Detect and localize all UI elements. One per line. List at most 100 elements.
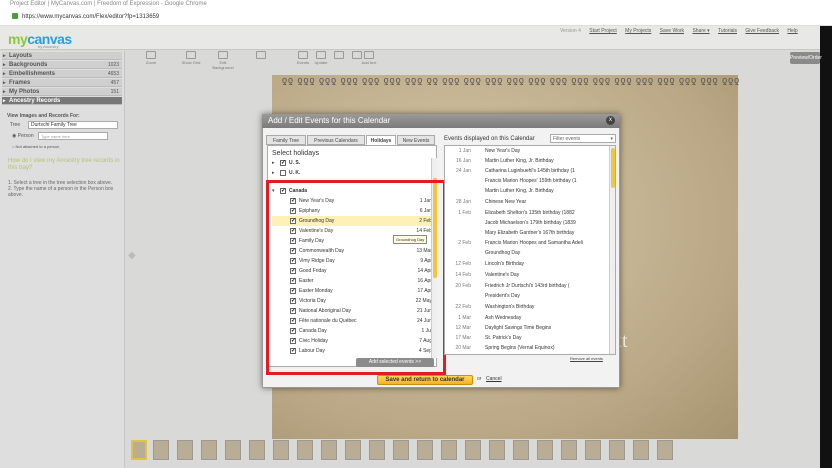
event-row[interactable]: Martin Luther King, Jr. Birthday	[447, 187, 609, 196]
page-thumbnail[interactable]	[513, 440, 529, 460]
event-row[interactable]: Francis Marion Hoopes' 159th birthday (1	[447, 177, 609, 186]
tree-label: Tree	[10, 122, 21, 128]
dialog-title: Add / Edit Events for this Calendar	[262, 114, 620, 128]
section-backgrounds[interactable]: Backgrounds1023	[2, 61, 122, 69]
section-frames[interactable]: Frames457	[2, 79, 122, 87]
page-thumbnail[interactable]	[609, 440, 625, 460]
save-and-return-button[interactable]: Save and return to calendar	[377, 375, 473, 385]
event-row[interactable]: 12 Mar Daylight Savings Time Begins	[447, 324, 609, 333]
event-row[interactable]: Jacob Michaelson's 179th birthday (1839	[447, 219, 609, 228]
event-row[interactable]: Groundhog Day	[447, 249, 609, 258]
page-thumbnail[interactable]	[369, 440, 385, 460]
save-work-link[interactable]: Save Work	[660, 28, 684, 34]
select-holidays-label: Select holidays	[272, 150, 320, 157]
page-thumbnail[interactable]	[441, 440, 457, 460]
page-thumbnail[interactable]	[489, 440, 505, 460]
event-row[interactable]: 22 Feb Washington's Birthday	[447, 303, 609, 312]
address-bar[interactable]: https://www.mycanvas.com/Flex/editor?fp=…	[0, 8, 832, 26]
scroll-thumb[interactable]	[611, 148, 615, 188]
text-icon	[364, 51, 374, 59]
tutorials-link[interactable]: Tutorials	[718, 28, 737, 34]
or-text: or	[477, 376, 482, 382]
page-thumbnail[interactable]	[297, 440, 313, 460]
page-thumbnails	[125, 438, 685, 468]
person-radio[interactable]: ◉ Person	[12, 133, 34, 139]
event-row[interactable]: President's Day	[447, 292, 609, 301]
country-row-uk[interactable]: ▸ U. K.	[272, 168, 432, 178]
edit-background-tool[interactable]: Edit Background	[210, 51, 236, 70]
start-project-link[interactable]: Start Project	[589, 28, 617, 34]
close-icon[interactable]: x	[606, 116, 615, 125]
events-list: 1 Jan New Year's Day 16 Jan Martin Luther …	[447, 147, 609, 353]
page-thumbnail[interactable]	[417, 440, 433, 460]
my-projects-link[interactable]: My Projects	[625, 28, 651, 34]
event-row[interactable]: 12 Feb Lincoln's Birthday	[447, 260, 609, 269]
event-row[interactable]: 1 Jan New Year's Day	[447, 147, 609, 156]
page-thumbnail[interactable]	[393, 440, 409, 460]
event-row[interactable]: 2 Feb Francis Marion Hoopes and Samantha …	[447, 239, 609, 248]
tool-3[interactable]	[248, 51, 274, 60]
event-row[interactable]: 17 Mar St. Patrick's Day	[447, 334, 609, 343]
person-input[interactable]: Type name here	[38, 132, 108, 140]
section-embellishments[interactable]: Embellishments4653	[2, 70, 122, 78]
event-row[interactable]: 20 Mar Spring Begins (Vernal Equinox)	[447, 344, 609, 353]
page-thumbnail[interactable]	[561, 440, 577, 460]
page-thumbnail[interactable]	[131, 440, 147, 460]
section-my-photos[interactable]: My Photos151	[2, 88, 122, 96]
logo-my: my	[8, 31, 28, 47]
event-row[interactable]: 28 Jan Chinese New Year	[447, 198, 609, 207]
calendar-icon	[298, 51, 308, 59]
country-row-us[interactable]: ▸ ✓ U. S.	[272, 158, 432, 168]
tab-new-events[interactable]: New Events	[397, 135, 435, 145]
checkbox[interactable]	[280, 170, 286, 176]
event-row[interactable]: 16 Jan Martin Luther King, Jr. Birthday	[447, 157, 609, 166]
page-thumbnail[interactable]	[465, 440, 481, 460]
tool-icon	[334, 51, 344, 59]
event-row[interactable]: 1 Mar Ash Wednesday	[447, 314, 609, 323]
not-attached-radio[interactable]: ○ Not attached to a person	[12, 144, 59, 149]
url-text[interactable]: https://www.mycanvas.com/Flex/editor?fp=…	[22, 14, 159, 20]
page-thumbnail[interactable]	[249, 440, 265, 460]
cancel-link[interactable]: Cancel	[486, 376, 502, 382]
event-row[interactable]: 20 Feb Friedrich Jr Durtschi's 143rd birt…	[447, 282, 609, 291]
filter-events-select[interactable]: Filter events	[550, 134, 616, 143]
remove-all-events-link[interactable]: Remove all events	[570, 356, 603, 361]
version-label: Version 4	[560, 28, 581, 34]
page-thumbnail[interactable]	[321, 440, 337, 460]
page-thumbnail[interactable]	[633, 440, 649, 460]
grid-icon	[186, 51, 196, 59]
event-row[interactable]: Mary Elizabeth Gardner's 167th birthday	[447, 229, 609, 238]
page-thumbnail[interactable]	[153, 440, 169, 460]
help-link[interactable]: How do I view my Ancestry tree records i…	[8, 158, 120, 172]
event-row[interactable]: 14 Feb Valentine's Day	[447, 271, 609, 280]
tab-family-tree[interactable]: Family Tree	[266, 135, 306, 145]
tree-select[interactable]: Durtschi Family Tree	[28, 121, 118, 129]
section-layouts[interactable]: Layouts	[2, 52, 122, 60]
preview-order-button[interactable]: Preview/Order	[790, 52, 822, 64]
section-ancestry-records[interactable]: Ancestry Records	[2, 97, 122, 105]
checkbox[interactable]: ✓	[280, 160, 286, 166]
event-row[interactable]: 24 Jan Catharina Luginbuehl's 145th birth…	[447, 167, 609, 176]
update-icon	[316, 51, 326, 59]
help-link[interactable]: Help	[787, 28, 797, 34]
prev-page-icon[interactable]: ◆	[128, 250, 136, 261]
page-thumbnail[interactable]	[273, 440, 289, 460]
events-scrollbar[interactable]	[609, 146, 615, 354]
page-thumbnail[interactable]	[537, 440, 553, 460]
tab-previous-calendars[interactable]: Previous Calendars	[307, 135, 365, 145]
give-feedback-link[interactable]: Give Feedback	[745, 28, 779, 34]
background-icon	[218, 51, 228, 59]
page-thumbnail[interactable]	[585, 440, 601, 460]
page-thumbnail[interactable]	[177, 440, 193, 460]
share-link[interactable]: Share ▾	[692, 28, 709, 34]
page-thumbnail[interactable]	[657, 440, 673, 460]
tab-holidays[interactable]: Holidays	[366, 135, 396, 145]
zoom-tool[interactable]: Zoom	[138, 51, 164, 65]
show-grid-tool[interactable]: Show Grid	[178, 51, 204, 65]
toolbar: Zoom Show Grid Edit Background Events Up…	[130, 51, 790, 70]
page-thumbnail[interactable]	[345, 440, 361, 460]
event-row[interactable]: 1 Feb Elizabeth Shelton's 135th birthday …	[447, 209, 609, 218]
add-text-tool[interactable]: Add text	[356, 51, 382, 65]
page-thumbnail[interactable]	[201, 440, 217, 460]
page-thumbnail[interactable]	[225, 440, 241, 460]
